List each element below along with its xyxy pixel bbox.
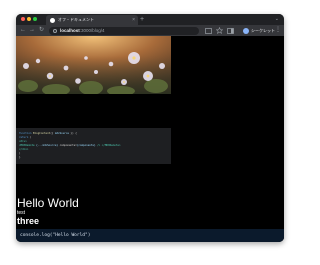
- new-tab-icon[interactable]: +: [140, 15, 144, 24]
- close-window-button[interactable]: [21, 17, 25, 21]
- tab-title: オフ・ドキュメント: [58, 17, 94, 22]
- active-tab[interactable]: オフ・ドキュメント ×: [46, 15, 138, 25]
- address-path: :3000/blog/4: [79, 28, 105, 33]
- code-line: return (: [19, 136, 32, 139]
- console-code-block: console.log("Hello World"): [16, 229, 284, 242]
- code-line: ): [19, 152, 21, 155]
- code-line: function BlogContent({ mdxSource }) {: [19, 132, 77, 135]
- back-icon[interactable]: ←: [20, 26, 26, 35]
- hero-image: [16, 36, 171, 94]
- code-block: function BlogContent({ mdxSource }) { re…: [16, 128, 171, 164]
- console-code-line: console.log("Hello World"): [20, 233, 91, 238]
- cast-icon[interactable]: [205, 27, 212, 34]
- minimize-window-button[interactable]: [27, 17, 31, 21]
- profile-label[interactable]: シークレット: [251, 27, 275, 34]
- tab-search-icon[interactable]: ⌄: [275, 16, 279, 22]
- code-line: </div>: [19, 148, 29, 151]
- code-line: }: [19, 156, 21, 159]
- page-content: function BlogContent({ mdxSource }) { re…: [16, 36, 284, 242]
- page-heading: Hello World: [17, 196, 79, 210]
- code-line: <div>: [19, 140, 27, 143]
- zoom-window-button[interactable]: [33, 17, 37, 21]
- bookmark-star-icon[interactable]: [216, 27, 223, 34]
- side-panel-icon[interactable]: [227, 27, 234, 34]
- reload-icon[interactable]: ↻: [39, 26, 44, 35]
- toolbar: ← → ↻ localhost :3000/blog/4 シークレット ⋮: [16, 25, 284, 36]
- browser-window: オフ・ドキュメント × + ⌄ ← → ↻ localhost :3000/bl…: [16, 14, 284, 242]
- site-info-icon[interactable]: [53, 28, 57, 33]
- menu-icon[interactable]: ⋮: [275, 26, 281, 35]
- forward-icon[interactable]: →: [29, 26, 35, 35]
- code-line: <MDXRemote {...mdxSource} components={co…: [19, 144, 121, 147]
- address-host: localhost: [60, 28, 80, 33]
- tab-close-icon[interactable]: ×: [132, 17, 135, 23]
- favicon-icon: [50, 17, 55, 23]
- address-bar[interactable]: localhost :3000/blog/4: [49, 26, 199, 35]
- tab-strip: オフ・ドキュメント × + ⌄: [16, 14, 284, 25]
- incognito-icon[interactable]: [243, 27, 249, 34]
- bold-text: three: [17, 216, 40, 226]
